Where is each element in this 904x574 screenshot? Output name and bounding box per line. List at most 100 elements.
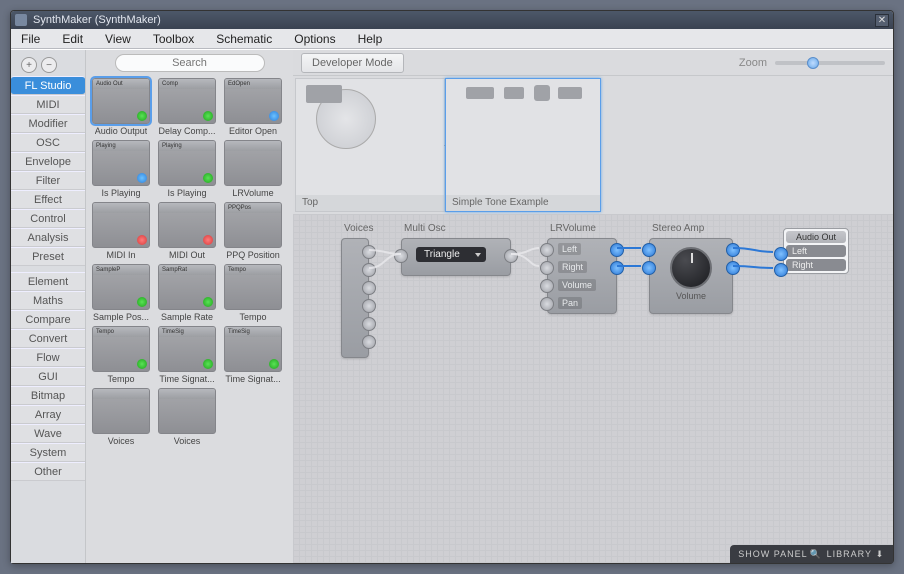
port-out[interactable] <box>726 243 740 257</box>
node-stereo-amp[interactable]: Stereo Amp Volume <box>649 238 733 314</box>
nav-cell-top[interactable]: Top <box>295 78 445 212</box>
module-item[interactable]: TempoTempo <box>222 264 284 322</box>
module-label: Sample Pos... <box>93 312 149 322</box>
remove-category-icon[interactable]: − <box>41 57 57 73</box>
port-in[interactable] <box>540 243 554 257</box>
module-item[interactable]: PlayingIs Playing <box>90 140 152 198</box>
search-input[interactable] <box>115 54 265 72</box>
category-fl-studio[interactable]: FL Studio <box>11 76 85 95</box>
module-label: Voices <box>174 436 201 446</box>
port-out[interactable] <box>362 335 376 349</box>
category-filter[interactable]: Filter <box>11 171 85 190</box>
category-convert[interactable]: Convert <box>11 329 85 348</box>
category-preset[interactable]: Preset <box>11 247 85 266</box>
menu-view[interactable]: View <box>101 30 135 48</box>
port-out[interactable] <box>362 281 376 295</box>
module-item[interactable]: TempoTempo <box>90 326 152 384</box>
module-item[interactable]: EdOpenEditor Open <box>222 78 284 136</box>
menu-file[interactable]: File <box>17 30 44 48</box>
titlebar[interactable]: SynthMaker (SynthMaker) ✕ <box>11 11 893 29</box>
category-osc[interactable]: OSC <box>11 133 85 152</box>
category-bitmap[interactable]: Bitmap <box>11 386 85 405</box>
show-panel-button[interactable]: SHOW PANEL 🔍 <box>738 549 820 559</box>
schematic-canvas[interactable]: Voices Multi Osc Triangle <box>293 214 893 563</box>
port-out[interactable] <box>362 263 376 277</box>
category-gui[interactable]: GUI <box>11 367 85 386</box>
port-in[interactable] <box>394 249 408 263</box>
category-array[interactable]: Array <box>11 405 85 424</box>
category-maths[interactable]: Maths <box>11 291 85 310</box>
category-wave[interactable]: Wave <box>11 424 85 443</box>
port-label: Volume <box>558 279 596 291</box>
module-label: Is Playing <box>101 188 140 198</box>
port-in[interactable] <box>642 243 656 257</box>
port-in[interactable] <box>774 247 788 261</box>
port-out[interactable] <box>610 261 624 275</box>
port-in[interactable] <box>540 279 554 293</box>
add-category-icon[interactable]: + <box>21 57 37 73</box>
node-multi-osc[interactable]: Multi Osc Triangle <box>401 238 511 276</box>
category-midi[interactable]: MIDI <box>11 95 85 114</box>
close-icon[interactable]: ✕ <box>875 14 889 27</box>
zoom-label: Zoom <box>739 57 767 69</box>
module-item[interactable]: Voices <box>90 388 152 446</box>
menu-schematic[interactable]: Schematic <box>212 30 276 48</box>
category-envelope[interactable]: Envelope <box>11 152 85 171</box>
module-item[interactable]: Voices <box>156 388 218 446</box>
port-in[interactable] <box>774 263 788 277</box>
module-label: PPQ Position <box>226 250 280 260</box>
module-item[interactable]: Audio OutAudio Output <box>90 78 152 136</box>
category-element[interactable]: Element <box>11 272 85 291</box>
module-item[interactable]: PPQPosPPQ Position <box>222 202 284 260</box>
category-compare[interactable]: Compare <box>11 310 85 329</box>
menu-edit[interactable]: Edit <box>58 30 87 48</box>
module-label: Tempo <box>239 312 266 322</box>
category-flow[interactable]: Flow <box>11 348 85 367</box>
node-voices[interactable]: Voices <box>341 238 369 358</box>
port-out[interactable] <box>726 261 740 275</box>
module-item[interactable]: MIDI In <box>90 202 152 260</box>
port-out[interactable] <box>610 243 624 257</box>
port-in[interactable] <box>540 297 554 311</box>
nav-cell-current[interactable]: Simple Tone Example <box>445 78 601 212</box>
port-in[interactable] <box>540 261 554 275</box>
library-button[interactable]: LIBRARY ⬇ <box>827 549 885 559</box>
module-item[interactable]: MIDI Out <box>156 202 218 260</box>
category-control[interactable]: Control <box>11 209 85 228</box>
menu-toolbox[interactable]: Toolbox <box>149 30 198 48</box>
port-out[interactable] <box>362 299 376 313</box>
port-out[interactable] <box>362 245 376 259</box>
port-out[interactable] <box>504 249 518 263</box>
menu-options[interactable]: Options <box>290 30 339 48</box>
menu-help[interactable]: Help <box>354 30 387 48</box>
module-label: Is Playing <box>167 188 206 198</box>
module-label: Audio Output <box>95 126 148 136</box>
download-icon: ⬇ <box>875 549 885 559</box>
category-effect[interactable]: Effect <box>11 190 85 209</box>
zoom-slider[interactable] <box>775 61 885 65</box>
module-panel: Audio OutAudio OutputCompDelay Comp...Ed… <box>85 50 293 563</box>
developer-mode-button[interactable]: Developer Mode <box>301 53 404 73</box>
port-in[interactable] <box>642 261 656 275</box>
module-item[interactable]: PlayingIs Playing <box>156 140 218 198</box>
volume-knob[interactable] <box>670 247 712 289</box>
category-modifier[interactable]: Modifier <box>11 114 85 133</box>
module-item[interactable]: LRVolume <box>222 140 284 198</box>
osc-wave-select[interactable]: Triangle <box>416 247 486 262</box>
port-label: Pan <box>558 297 582 309</box>
port-out[interactable] <box>362 317 376 331</box>
module-item[interactable]: TimeSigTime Signat... <box>222 326 284 384</box>
node-audio-out[interactable]: Audio Out Left Right <box>783 228 849 274</box>
port-label: Right <box>558 261 587 273</box>
audio-out-header: Audio Out <box>786 231 846 243</box>
module-item[interactable]: SamplePSample Pos... <box>90 264 152 322</box>
category-analysis[interactable]: Analysis <box>11 228 85 247</box>
module-item[interactable]: CompDelay Comp... <box>156 78 218 136</box>
node-title: Voices <box>344 223 373 234</box>
module-item[interactable]: SampRatSample Rate <box>156 264 218 322</box>
module-item[interactable]: TimeSigTime Signat... <box>156 326 218 384</box>
app-icon <box>15 14 27 26</box>
category-system[interactable]: System <box>11 443 85 462</box>
category-other[interactable]: Other <box>11 462 85 481</box>
node-lrvolume[interactable]: LRVolume Left Right Volume Pan <box>547 238 617 314</box>
